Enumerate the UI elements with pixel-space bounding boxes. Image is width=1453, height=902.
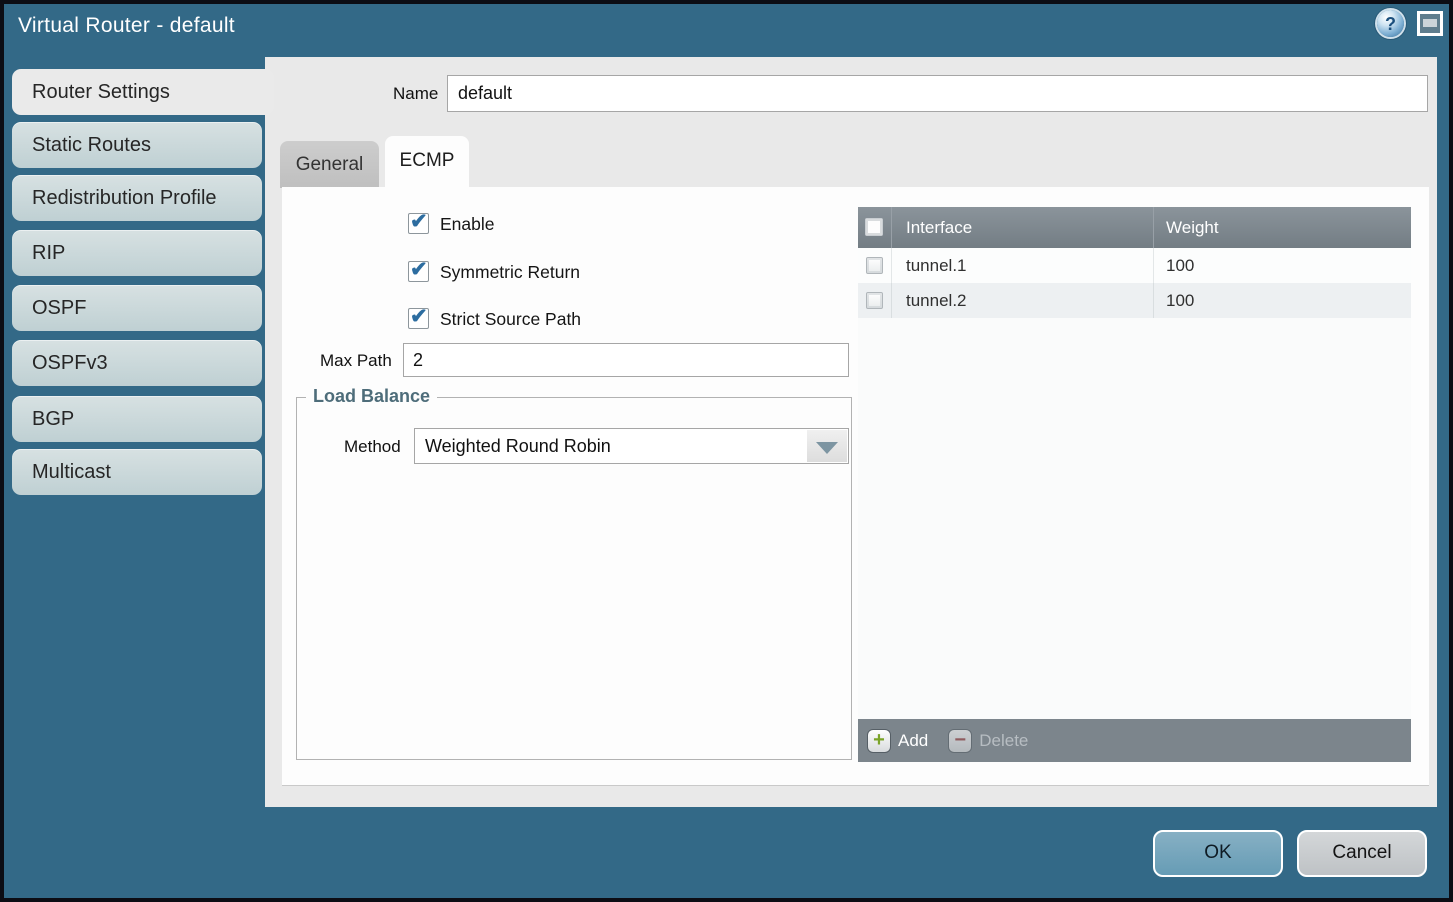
select-all-checkbox[interactable] (865, 218, 883, 236)
minus-icon: − (954, 729, 966, 751)
table-row[interactable]: tunnel.2 100 (858, 283, 1411, 318)
interfaces-table: Interface Weight tunnel.1 100 tunnel.2 1… (858, 207, 1411, 762)
help-icon[interactable] (1377, 10, 1404, 37)
method-select[interactable]: Weighted Round Robin (414, 428, 849, 464)
restore-window-icon[interactable] (1417, 11, 1443, 36)
symmetric-return-label: Symmetric Return (440, 262, 580, 283)
interface-cell: tunnel.1 (891, 248, 1153, 283)
table-row[interactable]: tunnel.1 100 (858, 248, 1411, 283)
sidebar-item-redistribution-profile[interactable]: Redistribution Profile (12, 175, 262, 221)
enable-label: Enable (440, 214, 495, 235)
select-all-cell (858, 207, 891, 248)
interface-cell: tunnel.2 (891, 283, 1153, 318)
row-checkbox[interactable] (866, 292, 883, 309)
row-checkbox[interactable] (866, 257, 883, 274)
symmetric-return-checkbox[interactable] (408, 261, 429, 282)
load-balance-legend: Load Balance (306, 386, 437, 407)
weight-cell: 100 (1153, 283, 1411, 318)
method-selected-value: Weighted Round Robin (425, 436, 611, 456)
max-path-input[interactable] (403, 343, 849, 377)
sidebar-item-ospfv3[interactable]: OSPFv3 (12, 340, 262, 386)
table-toolbar: + Add − Delete (858, 719, 1411, 762)
add-icon[interactable]: + (867, 729, 891, 753)
plus-icon: + (873, 729, 885, 751)
delete-icon[interactable]: − (948, 729, 972, 753)
sidebar-item-router-settings[interactable]: Router Settings (12, 69, 274, 115)
sidebar-item-rip[interactable]: RIP (12, 230, 262, 276)
sidebar-item-static-routes[interactable]: Static Routes (12, 122, 262, 168)
name-input[interactable] (447, 75, 1428, 112)
sidebar-item-multicast[interactable]: Multicast (12, 449, 262, 495)
strict-source-path-checkbox[interactable] (408, 308, 429, 329)
column-header-weight: Weight (1153, 207, 1411, 248)
add-button[interactable]: Add (898, 731, 928, 751)
tab-general[interactable]: General (280, 141, 379, 188)
enable-checkbox[interactable] (408, 213, 429, 234)
dialog-title: Virtual Router - default (18, 14, 235, 38)
row-select-cell (858, 283, 891, 318)
name-label: Name (393, 84, 438, 104)
sidebar-item-bgp[interactable]: BGP (12, 396, 262, 442)
row-select-cell (858, 248, 891, 283)
method-label: Method (344, 437, 401, 457)
tab-ecmp[interactable]: ECMP (385, 136, 469, 189)
column-header-interface: Interface (891, 207, 1153, 248)
cancel-button[interactable]: Cancel (1297, 830, 1427, 877)
main-panel: Name General ECMP Enable Symmetric Retur… (265, 57, 1437, 807)
sidebar-item-ospf[interactable]: OSPF (12, 285, 262, 331)
virtual-router-dialog: Virtual Router - default Router Settings… (0, 0, 1453, 902)
delete-button[interactable]: Delete (979, 731, 1028, 751)
weight-cell: 100 (1153, 248, 1411, 283)
table-header-row: Interface Weight (858, 207, 1411, 248)
ok-button[interactable]: OK (1153, 830, 1283, 877)
ecmp-tab-content: Enable Symmetric Return Strict Source Pa… (282, 187, 1429, 786)
strict-source-path-label: Strict Source Path (440, 309, 581, 330)
chevron-down-icon[interactable] (807, 430, 847, 462)
max-path-label: Max Path (320, 351, 392, 371)
